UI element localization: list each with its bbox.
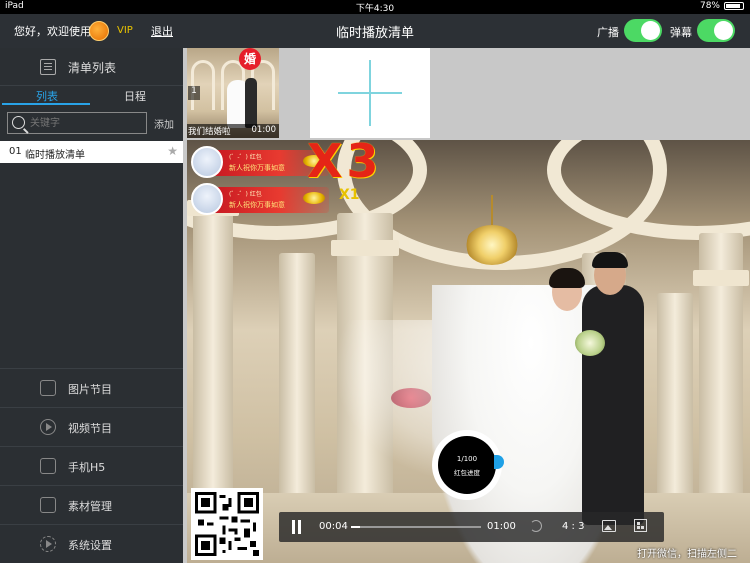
gift-multiplier-big: X3 <box>307 140 383 188</box>
tab-list[interactable]: 列表 <box>36 88 58 104</box>
chandelier <box>457 195 527 285</box>
battery-icon <box>724 2 744 10</box>
qr-code <box>191 488 263 560</box>
star-icon[interactable]: ★ <box>167 144 178 158</box>
bouquet <box>575 330 605 356</box>
menu-item-assets[interactable]: 素材管理 <box>0 485 183 524</box>
top-bar: 您好，欢迎使用 VIP 退出 临时播放清单 广播 弹幕 <box>0 14 750 48</box>
seek-bar[interactable] <box>351 526 481 528</box>
menu-item-label: 系统设置 <box>68 539 112 552</box>
thumbnail-index: 1 <box>188 86 200 100</box>
redpacket-progress[interactable]: 1/100 红包进度 <box>432 430 502 500</box>
gold-ingot-icon <box>303 192 325 204</box>
search-input[interactable] <box>30 115 142 131</box>
status-bar: iPad 下午4:30 78% <box>0 0 750 14</box>
danmaku-user: (゜-゜) 红包 <box>229 154 262 161</box>
menu-item-label: 素材管理 <box>68 500 112 513</box>
sidebar-header: 清单列表 <box>0 48 183 86</box>
danmaku-label: 弹幕 <box>670 26 692 39</box>
edit-icon <box>40 458 56 474</box>
groom <box>582 285 644 525</box>
wedding-badge: 婚 <box>239 48 261 70</box>
menu-item-images[interactable]: 图片节目 <box>0 368 183 407</box>
danmaku-toggle[interactable] <box>697 19 735 42</box>
redpacket-label: 红包进度 <box>454 469 480 477</box>
danmaku-avatar <box>191 183 223 215</box>
player-controls: 00:04 01:00 4 : 3 <box>279 512 664 542</box>
menu-item-label: 视频节目 <box>68 422 112 435</box>
sidebar-title: 清单列表 <box>68 61 117 75</box>
search-box <box>7 112 147 134</box>
menu-item-settings[interactable]: 系统设置 <box>0 524 183 563</box>
video-icon <box>40 419 56 435</box>
thumbnail-caption: 我们结婚啦 01:00 <box>187 124 279 138</box>
tab-underline <box>2 103 90 105</box>
redpacket-count: 1/100 <box>456 455 478 463</box>
list-icon <box>40 59 56 75</box>
add-button[interactable]: 添加 <box>154 116 174 131</box>
preview-stage: (゜-゜) 红包 新人祝你万事如意 (゜-゜) 红包 新人祝你万事如意 X3 X… <box>187 140 750 563</box>
gear-icon <box>40 536 56 552</box>
menu-item-videos[interactable]: 视频节目 <box>0 407 183 446</box>
playlist-item-number: 01 <box>9 146 22 157</box>
add-program-tile[interactable] <box>310 48 430 138</box>
danmaku-text: 新人祝你万事如意 <box>229 164 285 172</box>
sidebar: 清单列表 列表 日程 添加 01 临时播放清单 ★ 图片节目 视频节目 手机H5… <box>0 48 183 563</box>
main-area: 婚 1 我们结婚啦 01:00 (゜-゜) 红包 新人祝你万事如意 (゜-゜) … <box>183 48 750 563</box>
pause-icon[interactable] <box>291 520 303 534</box>
qr-code-icon[interactable] <box>634 519 647 532</box>
image-icon <box>40 380 56 396</box>
menu-item-h5[interactable]: 手机H5 <box>0 446 183 485</box>
scrolling-ticker: 打开微信，扫描左侧二 <box>637 549 737 560</box>
thumbnail-duration: 01:00 <box>251 125 277 135</box>
current-time: 00:04 <box>319 521 348 532</box>
menu-item-label: 手机H5 <box>68 461 106 474</box>
sidebar-tabs: 列表 日程 <box>0 86 183 106</box>
gift-multiplier-small: X1 <box>339 187 360 203</box>
broadcast-toggle[interactable] <box>624 19 662 42</box>
danmaku-avatar <box>191 146 223 178</box>
playlist-item-name: 临时播放清单 <box>25 150 85 161</box>
search-icon <box>12 116 25 129</box>
aspect-ratio-button[interactable]: 4 : 3 <box>562 521 584 532</box>
menu-item-label: 图片节目 <box>68 383 112 396</box>
thumbnail-title: 我们结婚啦 <box>188 127 231 137</box>
danmaku-user: (゜-゜) 红包 <box>229 191 262 198</box>
image-icon[interactable] <box>602 520 616 532</box>
danmaku-text: 新人祝你万事如意 <box>229 201 285 209</box>
tab-schedule[interactable]: 日程 <box>124 88 146 104</box>
loop-icon[interactable] <box>530 520 542 532</box>
program-thumbnail[interactable]: 婚 1 我们结婚啦 01:00 <box>187 48 279 138</box>
clock: 下午4:30 <box>355 4 395 14</box>
broadcast-label: 广播 <box>597 26 619 39</box>
battery-percent: 78% <box>699 1 720 11</box>
thumbnail-strip: 婚 1 我们结婚啦 01:00 <box>183 48 750 140</box>
playlist-item[interactable]: 01 临时播放清单 ★ <box>0 141 183 163</box>
total-time: 01:00 <box>487 521 516 532</box>
folder-icon <box>40 497 56 513</box>
